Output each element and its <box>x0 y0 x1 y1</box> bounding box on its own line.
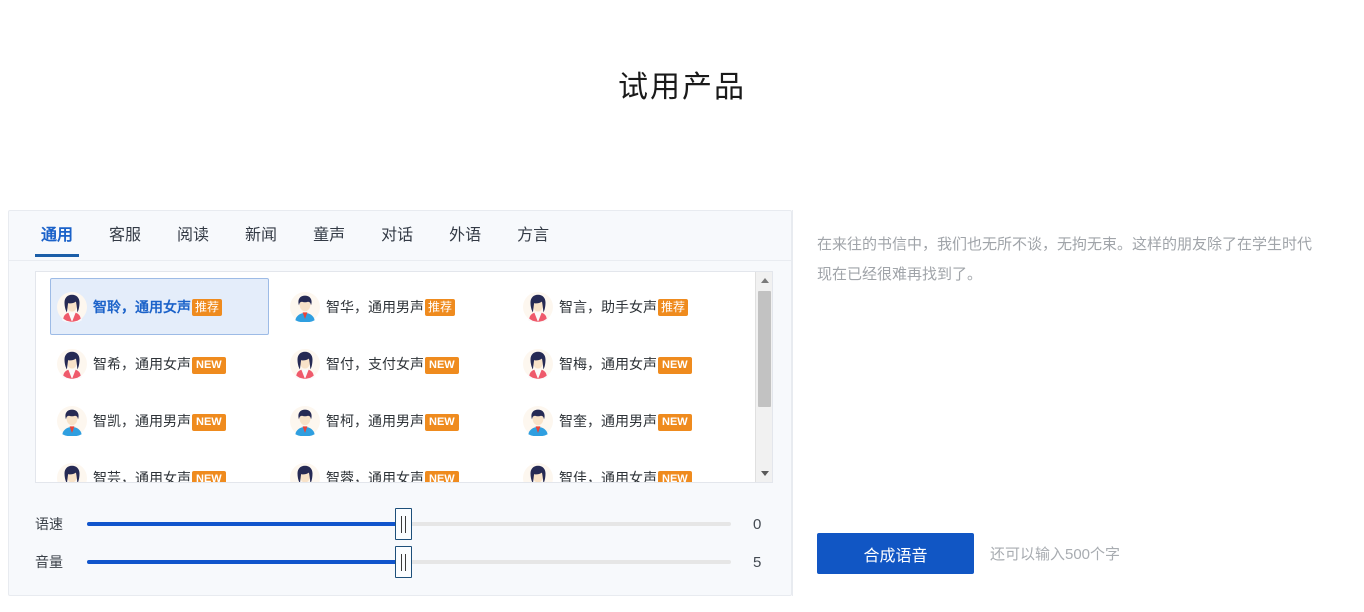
voice-list: 智聆，通用女声 推荐 智华，通用男声 推荐 智言，助手女声 推荐智希，通用女声 NEW 智付，… <box>35 271 773 483</box>
voice-item-label: 智凯，通用男声 NEW <box>93 411 226 431</box>
voice-row: 智聆，通用女声 推荐 智华，通用男声 推荐 智言，助手女声 推荐 <box>36 278 753 335</box>
tab-7[interactable]: 方言 <box>515 215 551 256</box>
slider-row: 音量 5 <box>35 543 791 581</box>
slider-handle[interactable] <box>394 546 412 578</box>
voice-item-label: 智付，支付女声 NEW <box>326 354 459 374</box>
scrollbar-thumb[interactable] <box>758 291 771 407</box>
new-badge: NEW <box>658 356 692 374</box>
text-editor-panel: 在来往的书信中，我们也无所不谈，无拘无束。这样的朋友除了在学生时代现在已经很难再… <box>792 210 1356 596</box>
voice-list-scrollbar[interactable] <box>755 272 772 482</box>
scroll-down-button[interactable] <box>756 465 772 482</box>
slider-label: 语速 <box>35 516 63 532</box>
voice-item-label: 智佳，通用女声 NEW <box>559 468 692 482</box>
voice-item-label: 智言，助手女声 推荐 <box>559 297 689 317</box>
recommended-badge: 推荐 <box>658 298 689 316</box>
tab-3[interactable]: 新闻 <box>243 215 279 256</box>
female-avatar-icon <box>523 462 553 482</box>
slider-label: 音量 <box>35 554 63 570</box>
female-avatar-icon <box>57 462 87 482</box>
voice-item-label: 智希，通用女声 NEW <box>93 354 226 374</box>
voice-item-label: 智聆，通用女声 推荐 <box>93 297 223 317</box>
slider-track[interactable] <box>87 546 731 578</box>
slider-row: 语速 0 <box>35 505 791 543</box>
male-avatar-icon <box>290 291 320 322</box>
page-title: 试用产品 <box>618 71 746 104</box>
voice-item-label: 智柯，通用男声 NEW <box>326 411 459 431</box>
female-avatar-icon <box>290 462 320 482</box>
slider-value: 0 <box>753 515 762 533</box>
male-avatar-icon <box>290 405 320 436</box>
slider-track[interactable] <box>87 508 731 540</box>
voice-row: 智芸，通用女声 NEW 智蓉，通用女声 NEW 智佳，通用女声 NEW <box>36 449 753 482</box>
voice-item[interactable]: 智言，助手女声 推荐 <box>516 278 735 335</box>
voice-list-inner: 智聆，通用女声 推荐 智华，通用男声 推荐 智言，助手女声 推荐智希，通用女声 NEW 智付，… <box>36 272 753 482</box>
tab-4[interactable]: 童声 <box>311 215 347 256</box>
female-avatar-icon <box>290 348 320 379</box>
male-avatar-icon <box>57 405 87 436</box>
new-badge: NEW <box>192 356 226 374</box>
female-avatar-icon <box>57 291 87 322</box>
new-badge: NEW <box>658 470 692 482</box>
voice-item[interactable]: 智希，通用女声 NEW <box>50 335 269 392</box>
voice-item[interactable]: 智奎，通用男声 NEW <box>516 392 735 449</box>
tab-1[interactable]: 客服 <box>107 215 143 256</box>
new-badge: NEW <box>425 470 459 482</box>
voice-parameter-sliders: 语速 0 音量 5 <box>9 483 791 581</box>
male-avatar-icon <box>523 405 553 436</box>
voice-item-label: 智华，通用男声 推荐 <box>326 297 456 317</box>
voice-item[interactable]: 智蓉，通用女声 NEW <box>283 449 502 482</box>
tab-6[interactable]: 外语 <box>447 215 483 256</box>
new-badge: NEW <box>192 470 226 482</box>
synthesize-speech-button[interactable]: 合成语音 <box>817 533 974 574</box>
tab-0[interactable]: 通用 <box>34 215 80 257</box>
new-badge: NEW <box>425 356 459 374</box>
voice-item[interactable]: 智芸，通用女声 NEW <box>50 449 269 482</box>
voice-item[interactable]: 智付，支付女声 NEW <box>283 335 502 392</box>
category-tabbar: 通用 客服 阅读 新闻 童声 对话 外语 方言 <box>9 211 791 261</box>
voice-item-label: 智梅，通用女声 NEW <box>559 354 692 374</box>
slider-handle[interactable] <box>394 508 412 540</box>
workspace: 通用 客服 阅读 新闻 童声 对话 外语 方言 智聆，通用女声 推荐 智华，通用男声 推荐 智言，助手… <box>8 210 1356 596</box>
voice-item[interactable]: 智聆，通用女声 推荐 <box>50 278 269 335</box>
voice-item[interactable]: 智柯，通用男声 NEW <box>283 392 502 449</box>
caret-down-icon <box>760 471 769 476</box>
voice-item-label: 智蓉，通用女声 NEW <box>326 468 459 482</box>
slider-fill <box>87 522 403 526</box>
female-avatar-icon <box>523 291 553 322</box>
voice-item-label: 智奎，通用男声 NEW <box>559 411 692 431</box>
slider-value: 5 <box>753 553 762 571</box>
voice-item[interactable]: 智梅，通用女声 NEW <box>516 335 735 392</box>
synthesis-text-input[interactable]: 在来往的书信中，我们也无所不谈，无拘无束。这样的朋友除了在学生时代现在已经很难再… <box>817 230 1316 290</box>
recommended-badge: 推荐 <box>192 298 223 316</box>
recommended-badge: 推荐 <box>425 298 456 316</box>
female-avatar-icon <box>57 348 87 379</box>
character-count-hint: 还可以输入500个字 <box>990 546 1121 563</box>
editor-action-bar: 合成语音 还可以输入500个字 <box>817 533 1120 574</box>
voice-item[interactable]: 智凯，通用男声 NEW <box>50 392 269 449</box>
voice-item-label: 智芸，通用女声 NEW <box>93 468 226 482</box>
scroll-up-button[interactable] <box>756 272 772 289</box>
new-badge: NEW <box>658 413 692 431</box>
voice-row: 智凯，通用男声 NEW 智柯，通用男声 NEW 智奎，通用男声 NEW <box>36 392 753 449</box>
voice-row: 智希，通用女声 NEW 智付，支付女声 NEW 智梅，通用女声 NEW <box>36 335 753 392</box>
voice-selection-panel: 通用 客服 阅读 新闻 童声 对话 外语 方言 智聆，通用女声 推荐 智华，通用男声 推荐 智言，助手… <box>8 210 792 596</box>
tab-2[interactable]: 阅读 <box>175 215 211 256</box>
female-avatar-icon <box>523 348 553 379</box>
tab-5[interactable]: 对话 <box>379 215 415 256</box>
new-badge: NEW <box>192 413 226 431</box>
voice-item[interactable]: 智华，通用男声 推荐 <box>283 278 502 335</box>
caret-up-icon <box>760 278 769 283</box>
new-badge: NEW <box>425 413 459 431</box>
voice-item[interactable]: 智佳，通用女声 NEW <box>516 449 735 482</box>
slider-fill <box>87 560 403 564</box>
